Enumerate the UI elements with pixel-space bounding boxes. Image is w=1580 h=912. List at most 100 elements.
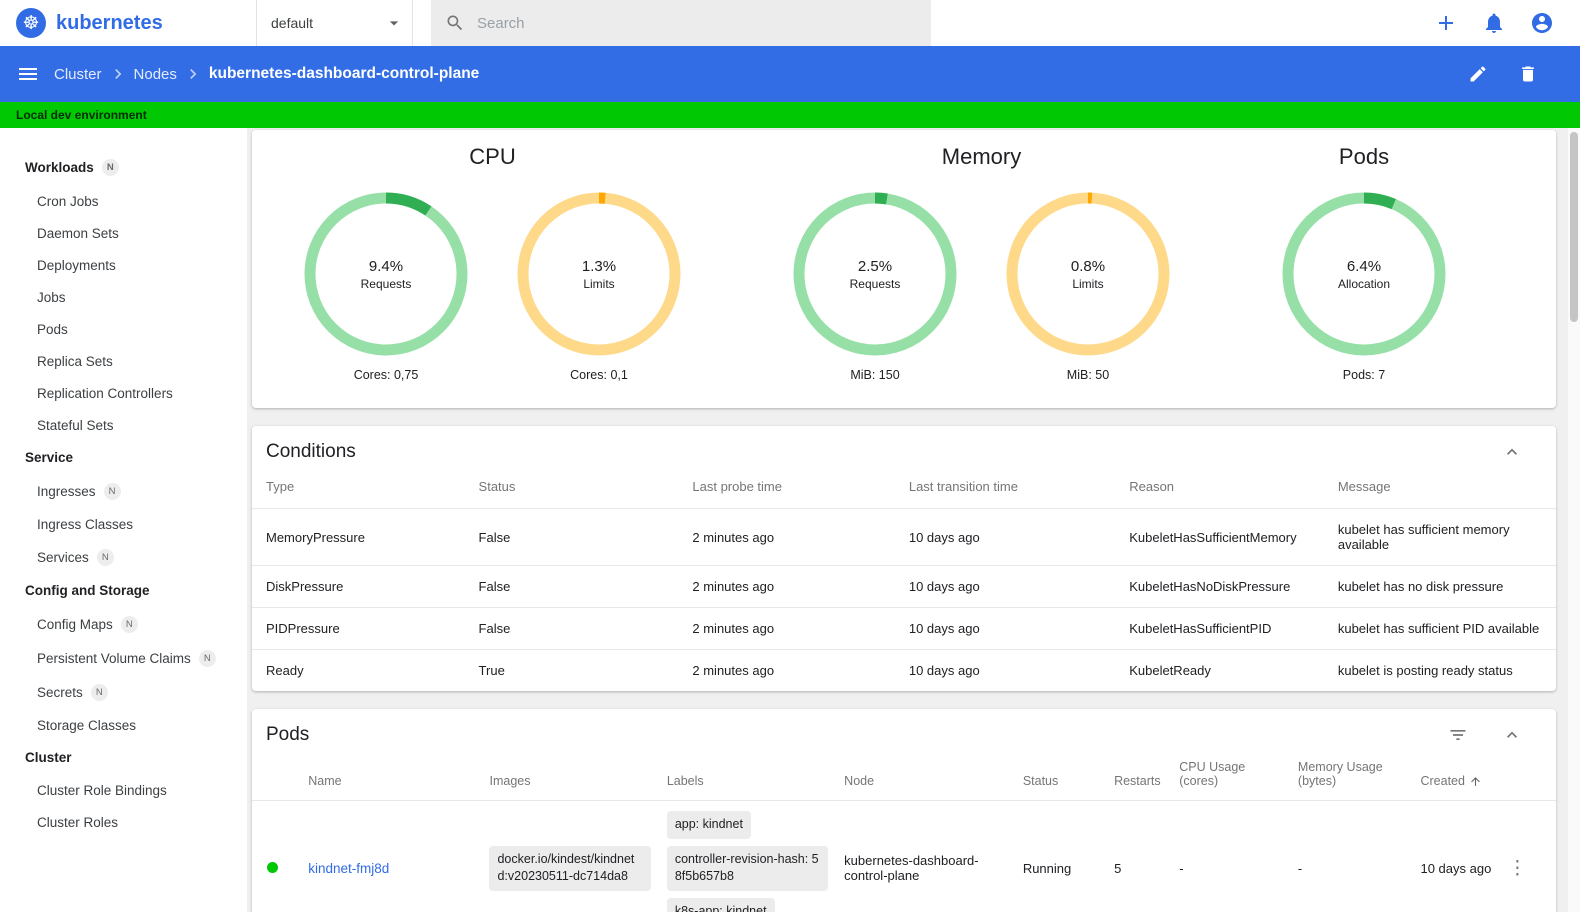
condition-status: False <box>464 565 679 608</box>
namespace-value: default <box>271 15 314 31</box>
search-bar[interactable] <box>431 0 931 46</box>
donut-value: 2.5% <box>857 257 893 275</box>
sidebar: Workloads N Cron Jobs Daemon Sets Deployment… <box>0 128 247 912</box>
condition-row-pidpressure: PIDPressure False 2 minutes ago 10 days ago… <box>252 607 1556 650</box>
new-badge: N <box>90 683 108 701</box>
pods-column-node: Node <box>836 754 1015 801</box>
condition-reason: KubeletHasSufficientPID <box>1115 607 1324 650</box>
pod-name-link[interactable]: kindnet-fmj8d <box>308 861 389 876</box>
sidebar-item-config-maps[interactable]: Config Maps N <box>0 607 247 641</box>
sidebar-item-pods[interactable]: Pods <box>0 313 247 345</box>
condition-row-diskpressure: DiskPressure False 2 minutes ago 10 days ag… <box>252 565 1556 608</box>
donut-footer: Cores: 0,75 <box>353 368 419 382</box>
sidebar-item-cluster-roles[interactable]: Cluster Roles <box>0 806 247 838</box>
condition-reason: KubeletHasSufficientMemory <box>1115 508 1324 566</box>
condition-transition: 10 days ago <box>894 565 1116 608</box>
new-badge: N <box>101 159 119 176</box>
brand-text: kubernetes <box>56 11 163 34</box>
conditions-column-last-probe-time: Last probe time <box>692 479 782 494</box>
pod-status: Running <box>1014 800 1107 912</box>
sidebar-item-label: Services <box>37 549 89 565</box>
pods-column-label: Restarts <box>1114 774 1161 788</box>
pods-column-label: Memory Usage (bytes) <box>1297 760 1383 788</box>
sidebar-item-label: Cluster Role Bindings <box>37 782 167 798</box>
condition-message: kubelet is posting ready status <box>1323 649 1556 691</box>
sidebar-item-cron-jobs[interactable]: Cron Jobs <box>0 185 247 217</box>
sidebar-section-service[interactable]: Service <box>0 441 247 474</box>
condition-type: PIDPressure <box>252 607 465 650</box>
condition-transition: 10 days ago <box>894 649 1116 691</box>
pod-ready-icon <box>266 861 278 873</box>
pods-title: Pods <box>266 724 310 745</box>
condition-message: kubelet has no disk pressure <box>1323 565 1556 608</box>
new-badge: N <box>103 482 121 500</box>
condition-reason: KubeletReady <box>1115 649 1324 691</box>
collapse-pods-button[interactable] <box>1502 725 1522 745</box>
collapse-conditions-button[interactable] <box>1502 442 1522 462</box>
delete-button[interactable] <box>1518 64 1538 84</box>
account-button[interactable] <box>1530 11 1554 35</box>
donut-metric-label: Requests <box>849 276 901 291</box>
chart-group-memory: Memory 2.5% Requests MiB: 150 0.8% Limits MiB:… <box>791 136 1172 382</box>
environment-banner: Local dev environment <box>0 102 1580 128</box>
sidebar-section-config-and-storage[interactable]: Config and Storage <box>0 574 247 607</box>
sidebar-item-replication-controllers[interactable]: Replication Controllers <box>0 377 247 409</box>
edit-button[interactable] <box>1468 64 1488 84</box>
search-input[interactable] <box>477 14 917 32</box>
breadcrumb: Cluster Nodes kubernetes-dashboard-contr… <box>54 64 479 84</box>
menu-button[interactable] <box>16 62 40 86</box>
pod-actions-menu-button[interactable]: ⋮ <box>1508 859 1527 878</box>
sidebar-item-ingresses[interactable]: Ingresses N <box>0 474 247 508</box>
pods-column-label: CPU Usage (cores) <box>1179 760 1246 788</box>
account-icon <box>1532 13 1552 33</box>
pod-label-chip: k8s-app: kindnet <box>666 897 775 912</box>
create-resource-button[interactable] <box>1434 11 1458 35</box>
sidebar-section-workloads[interactable]: Workloads N <box>0 150 247 185</box>
breadcrumb-nodes[interactable]: Nodes <box>134 66 177 83</box>
notifications-button[interactable] <box>1482 11 1506 35</box>
sidebar-section-cluster[interactable]: Cluster <box>0 741 247 774</box>
sidebar-item-persistent-volume-claims[interactable]: Persistent Volume Claims N <box>0 641 247 675</box>
sidebar-item-ingress-classes[interactable]: Ingress Classes <box>0 508 247 540</box>
chart-group-cpu: CPU 9.4% Requests Cores: 0,75 1.3% Limits Core… <box>302 136 683 382</box>
condition-transition: 10 days ago <box>894 508 1116 566</box>
sidebar-item-stateful-sets[interactable]: Stateful Sets <box>0 409 247 441</box>
donut-metric-label: Limits <box>1072 276 1104 291</box>
condition-transition: 10 days ago <box>894 607 1116 650</box>
sidebar-item-label: Stateful Sets <box>37 417 114 433</box>
sidebar-item-storage-classes[interactable]: Storage Classes <box>0 709 247 741</box>
pods-column-label: Created <box>1420 773 1465 788</box>
sidebar-item-services[interactable]: Services N <box>0 540 247 574</box>
conditions-column-status: Status <box>478 479 516 494</box>
trash-icon <box>1522 66 1534 82</box>
chart-group-title: Memory <box>941 144 1022 169</box>
pods-column-memory-usage-bytes: Memory Usage (bytes) <box>1290 754 1413 801</box>
pod-cpu-usage: - <box>1171 800 1290 912</box>
new-badge: N <box>198 649 216 667</box>
pod-created: 10 days ago <box>1412 800 1500 912</box>
chevron-right-icon <box>190 69 197 79</box>
pods-column-created[interactable]: Created <box>1412 754 1499 801</box>
sidebar-item-jobs[interactable]: Jobs <box>0 281 247 313</box>
donut-chart-memory-limits: 0.8% Limits MiB: 50 <box>1004 190 1172 382</box>
sidebar-item-daemon-sets[interactable]: Daemon Sets <box>0 217 247 249</box>
sidebar-item-secrets[interactable]: Secrets N <box>0 675 247 709</box>
sidebar-item-label: Deployments <box>37 257 116 273</box>
vertical-scrollbar[interactable] <box>1568 128 1580 912</box>
sidebar-item-deployments[interactable]: Deployments <box>0 249 247 281</box>
pod-label-chip: controller-revision-hash: 58f5b657b8 <box>666 845 829 891</box>
sidebar-item-cluster-role-bindings[interactable]: Cluster Role Bindings <box>0 774 247 806</box>
scrollbar-thumb[interactable] <box>1570 132 1578 322</box>
pods-column-label: Labels <box>666 774 704 788</box>
donut-value: 0.8% <box>1070 257 1106 275</box>
condition-probe: 2 minutes ago <box>678 508 895 566</box>
pods-column-label: Node <box>844 774 875 788</box>
brand[interactable]: ☸ kubernetes <box>0 0 256 46</box>
sidebar-item-replica-sets[interactable]: Replica Sets <box>0 345 247 377</box>
condition-message: kubelet has sufficient memory available <box>1323 508 1556 566</box>
new-badge: N <box>120 615 138 633</box>
filter-button[interactable] <box>1448 725 1468 745</box>
donut-chart-pods-allocation: 6.4% Allocation Pods: 7 <box>1280 190 1448 382</box>
namespace-selector[interactable]: default <box>256 0 413 46</box>
breadcrumb-cluster[interactable]: Cluster <box>54 66 102 83</box>
